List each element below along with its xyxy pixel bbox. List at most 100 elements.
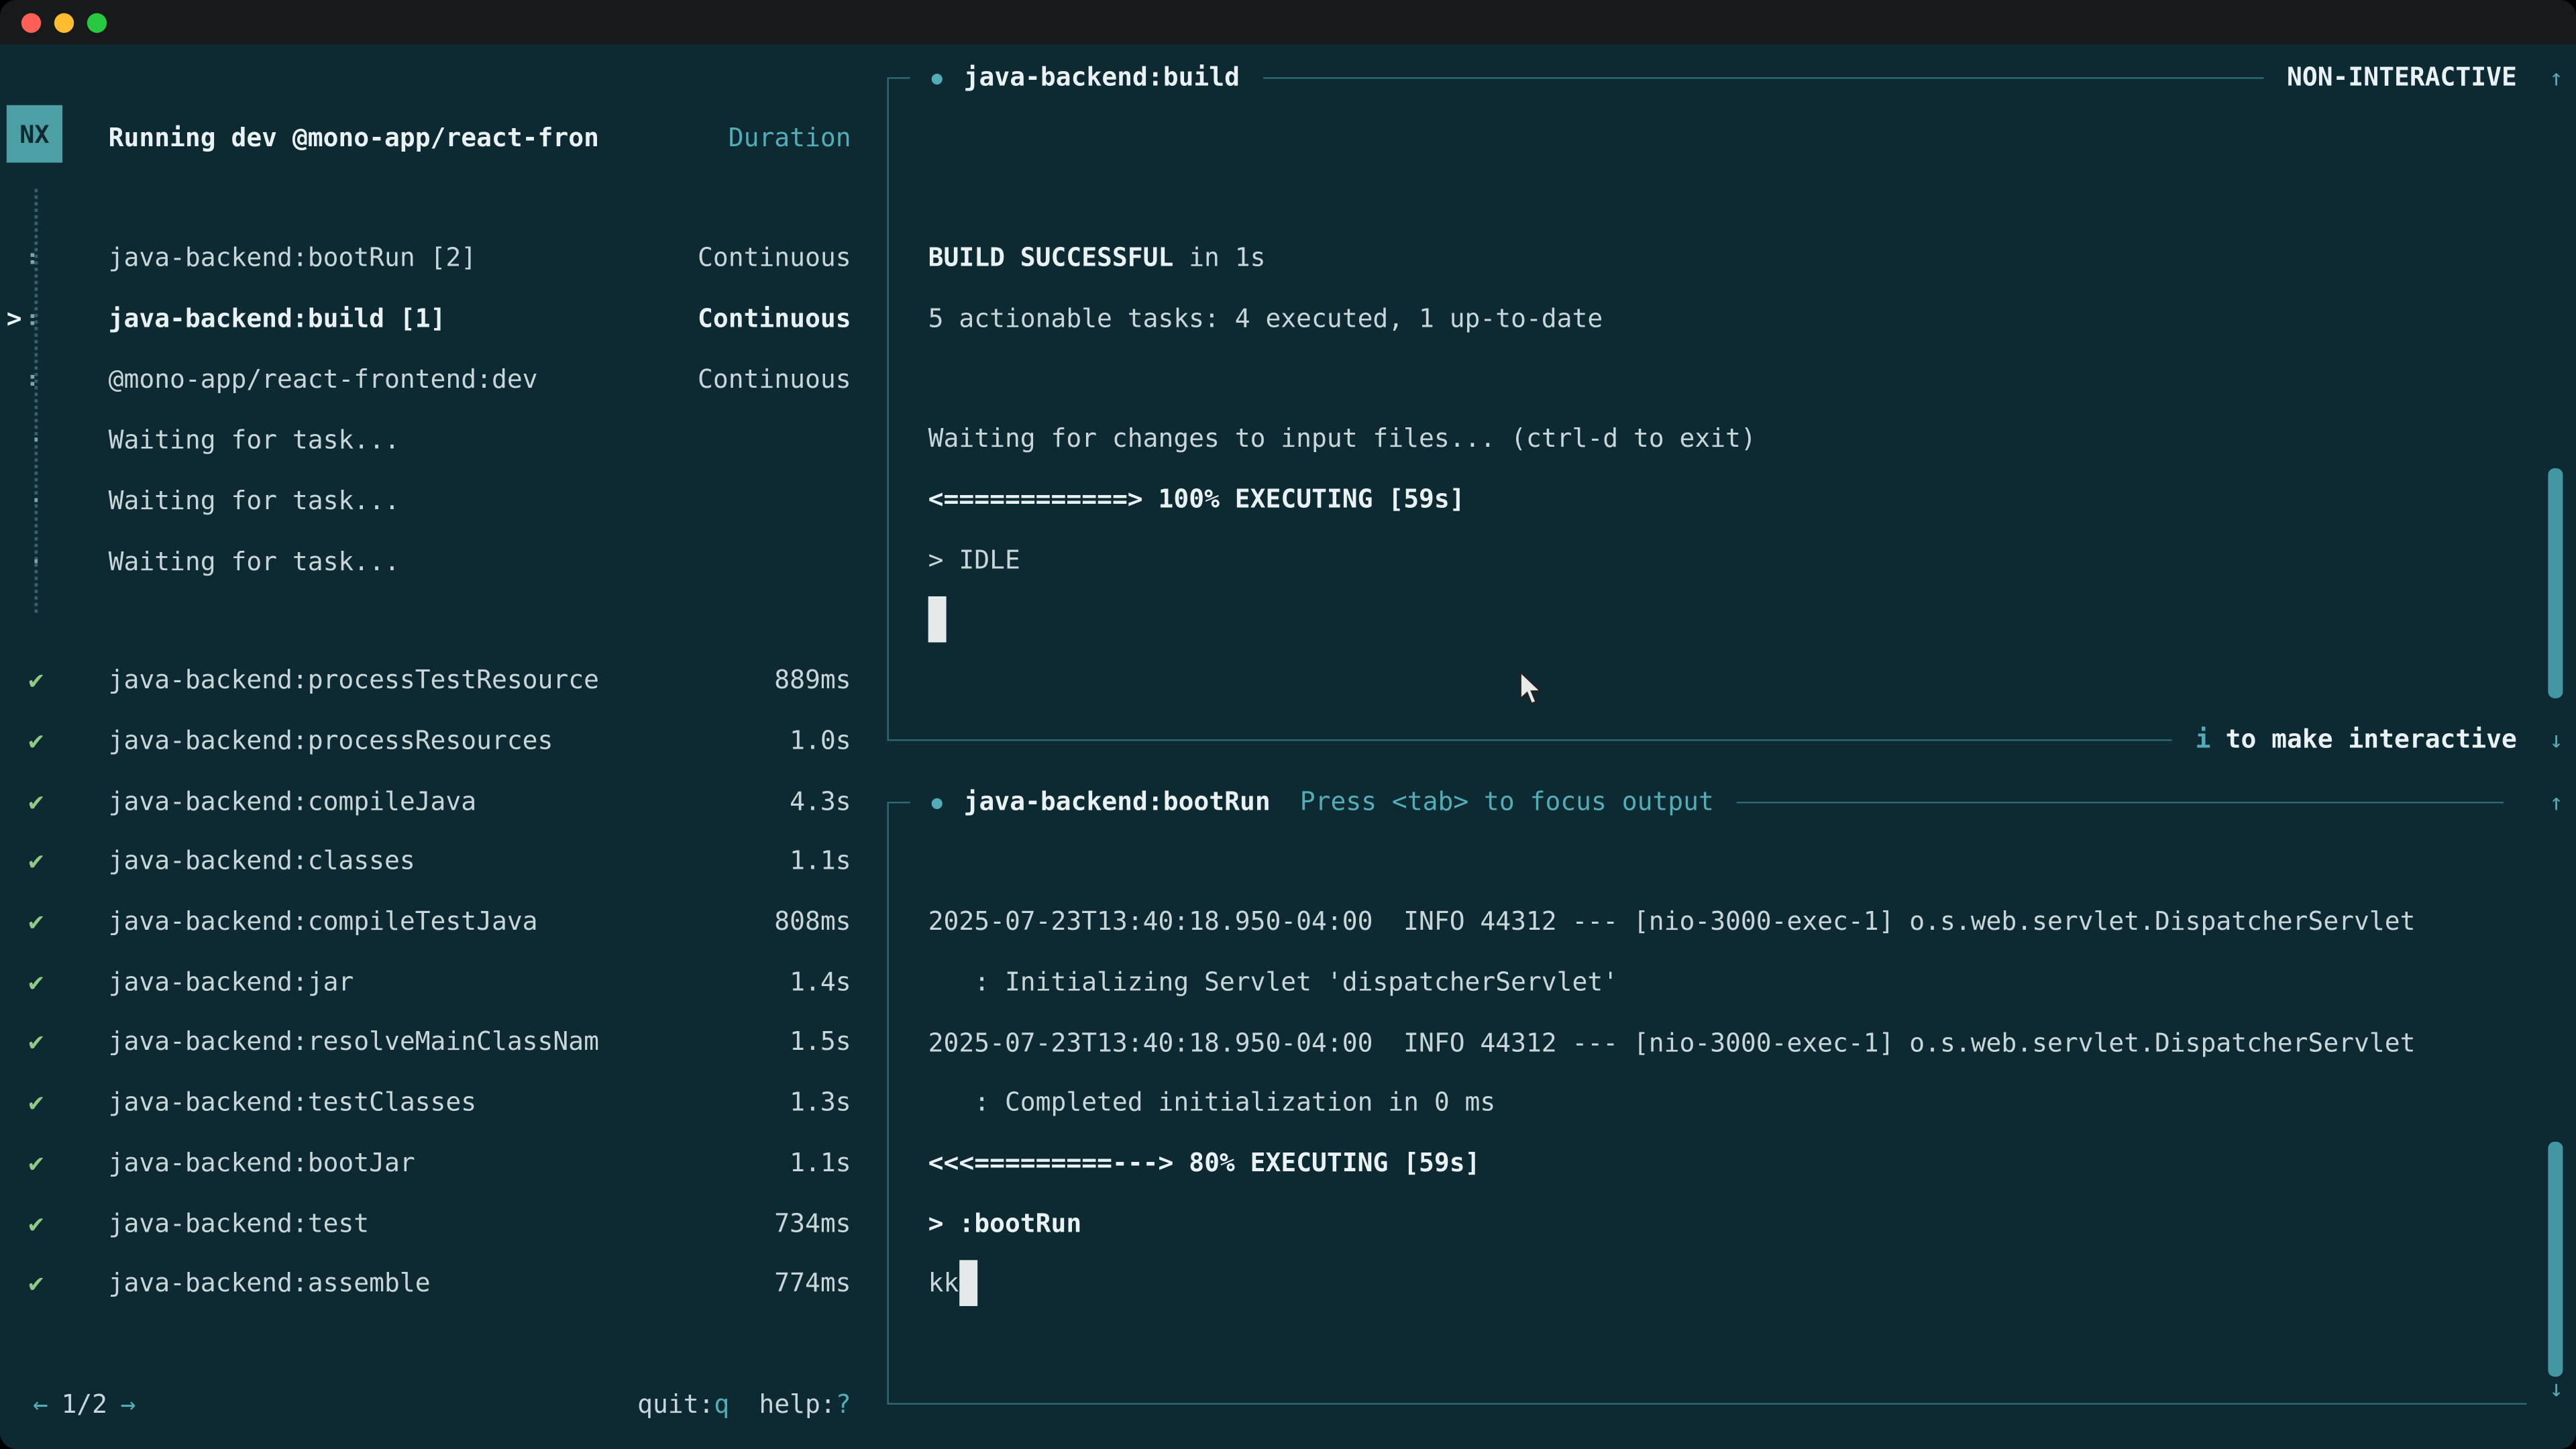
task-label: java-backend:test xyxy=(109,1208,775,1238)
mouse-pointer-icon xyxy=(1518,670,1546,716)
task-row[interactable]: ⠆ java-backend:bootRun [2]Continuous xyxy=(0,227,887,288)
text-segment: in 1s xyxy=(1173,244,1265,273)
task-label: java-backend:compileTestJava xyxy=(109,907,775,936)
task-status-dot-icon: ● xyxy=(932,791,943,812)
terminal-line: : Completed initialization in 0 ms xyxy=(928,1073,2416,1133)
top-panel-footer-rule xyxy=(887,739,2172,740)
text-segment: : Completed initialization in 0 ms xyxy=(928,1088,1496,1118)
waiting-marker-icon: · xyxy=(0,486,72,515)
task-duration: Continuous xyxy=(698,242,851,272)
bottom-panel-bottom-border xyxy=(887,1403,2526,1404)
text-segment: ========= xyxy=(974,1148,1112,1178)
top-panel-footer: i to make interactive xyxy=(887,723,2516,756)
task-label: Waiting for task... xyxy=(109,546,851,576)
terminal-line: Waiting for changes to input files... (c… xyxy=(928,409,1756,470)
task-duration: 4.3s xyxy=(790,786,851,816)
top-panel-title-rule xyxy=(1263,76,2263,78)
sidebar-header: Running dev @mono-app/react-fron Duratio… xyxy=(0,113,887,162)
pagination-prev-icon[interactable]: ← xyxy=(33,1390,48,1419)
check-icon: ✔ xyxy=(0,907,72,936)
terminal-line: 2025-07-23T13:40:18.950-04:00 INFO 44312… xyxy=(928,1012,2416,1073)
duration-column-header: Duration xyxy=(729,123,851,153)
waiting-marker-icon: · xyxy=(0,546,72,576)
task-label: java-backend:jar xyxy=(109,967,790,997)
completed-task-row[interactable]: ✔java-backend:jar1.4s xyxy=(0,952,887,1012)
task-row[interactable]: ⠆@mono-app/react-frontend:devContinuous xyxy=(0,348,887,409)
completed-task-row[interactable]: ✔java-backend:classes1.1s xyxy=(0,831,887,892)
check-icon: ✔ xyxy=(0,1269,72,1298)
task-label: Waiting for task... xyxy=(109,486,851,515)
text-segment: 80% EXECUTING [59s] xyxy=(1173,1148,1480,1178)
completed-task-row[interactable]: ✔java-backend:compileJava4.3s xyxy=(0,771,887,831)
check-icon: ✔ xyxy=(0,967,72,997)
completed-task-row[interactable]: ✔java-backend:assemble774ms xyxy=(0,1253,887,1313)
help-label: help: xyxy=(759,1390,835,1419)
task-duration: 1.0s xyxy=(790,727,851,756)
scroll-up-icon[interactable]: ↑ xyxy=(2538,62,2575,95)
task-row[interactable]: · Waiting for task... xyxy=(0,531,887,592)
completed-task-row[interactable]: ✔ java-backend:compileTestJava808ms xyxy=(0,892,887,952)
task-duration: Continuous xyxy=(698,303,851,333)
minimize-button[interactable] xyxy=(54,12,74,32)
terminal-line: > IDLE xyxy=(928,530,1756,590)
completed-task-row[interactable]: ✔java-backend:testClasses1.3s xyxy=(0,1073,887,1133)
pagination-next-icon[interactable]: → xyxy=(121,1390,136,1419)
completed-task-row[interactable]: ✔ java-backend:test734ms xyxy=(0,1193,887,1253)
bottom-panel-title-rule xyxy=(1737,801,2504,802)
text-segment: 2025-07-23T13:40:18.950-04:00 INFO 44312… xyxy=(928,1028,2416,1057)
text-segment: <<< xyxy=(928,1148,975,1178)
terminal-line: BUILD SUCCESSFUL in 1s xyxy=(928,228,1756,288)
check-icon: ✔ xyxy=(0,727,72,756)
task-label: @mono-app/react-frontend:dev xyxy=(109,364,698,393)
terminal-line: : Initializing Servlet 'dispatcherServle… xyxy=(928,953,2416,1013)
task-duration: 734ms xyxy=(774,1208,851,1238)
running-marker-icon: ⠆ xyxy=(0,242,72,272)
scroll-down-icon[interactable]: ↓ xyxy=(2538,1373,2575,1406)
quit-key: q xyxy=(714,1390,729,1419)
sidebar-title: Running dev @mono-app/react-fron xyxy=(109,123,729,153)
text-segment: Waiting for changes to input files... (c… xyxy=(928,425,1756,454)
task-duration: 808ms xyxy=(774,907,851,936)
focus-output-hint: Press <tab> to focus output xyxy=(1300,787,1714,816)
scroll-up-icon[interactable]: ↑ xyxy=(2538,787,2575,820)
check-icon: ✔ xyxy=(0,1208,72,1238)
completed-task-row[interactable]: ✔ java-backend:processTestResource889ms xyxy=(0,651,887,711)
check-icon: ✔ xyxy=(0,666,72,696)
task-row[interactable]: ·Waiting for task... xyxy=(0,409,887,470)
task-status-dot-icon: ● xyxy=(932,66,943,88)
task-label: java-backend:testClasses xyxy=(109,1088,790,1118)
text-segment: 2025-07-23T13:40:18.950-04:00 INFO 44312… xyxy=(928,908,2416,937)
bottom-panel-title-bar[interactable]: ● java-backend:bootRun Press <tab> to fo… xyxy=(887,786,2526,818)
bottom-panel-scrollbar-thumb[interactable] xyxy=(2548,1142,2563,1377)
task-duration: 1.1s xyxy=(790,847,851,876)
completed-task-row[interactable]: ✔java-backend:bootJar1.1s xyxy=(0,1133,887,1193)
window-titlebar[interactable] xyxy=(0,0,2576,44)
sidebar-footer: ← 1/2 → quit: q help: ? xyxy=(0,1380,887,1429)
terminal-cursor xyxy=(959,1261,977,1307)
completed-task-row[interactable]: ✔java-backend:resolveMainClassNam1.5s xyxy=(0,1012,887,1073)
close-button[interactable] xyxy=(21,12,41,32)
selected-task-caret-icon: > xyxy=(7,303,22,333)
completed-task-row[interactable]: ✔java-backend:processResources1.0s xyxy=(0,711,887,771)
terminal-line xyxy=(928,590,1756,650)
bootrun-output: 2025-07-23T13:40:18.950-04:00 INFO 44312… xyxy=(928,892,2416,1314)
scroll-down-icon[interactable]: ↓ xyxy=(2538,724,2575,757)
zoom-button[interactable] xyxy=(87,12,107,32)
top-panel-scrollbar-thumb[interactable] xyxy=(2548,468,2563,698)
check-icon: ✔ xyxy=(0,786,72,816)
task-row[interactable]: >⠆java-backend:build [1]Continuous xyxy=(0,288,887,349)
check-icon: ✔ xyxy=(0,1148,72,1177)
nx-terminal-window: NX Running dev @mono-app/react-fron Dura… xyxy=(0,0,2576,1449)
task-duration: 889ms xyxy=(774,666,851,696)
text-segment: > :bootRun xyxy=(928,1209,1082,1238)
task-label: java-backend:processTestResource xyxy=(109,666,775,696)
text-segment: > xyxy=(1128,485,1143,515)
text-segment: BUILD SUCCESSFUL xyxy=(928,244,1174,273)
terminal-line: kk xyxy=(928,1254,2416,1314)
build-output: BUILD SUCCESSFUL in 1s5 actionable tasks… xyxy=(928,228,1756,650)
help-key: ? xyxy=(836,1390,851,1419)
task-row[interactable]: · Waiting for task... xyxy=(0,470,887,531)
task-duration: 1.5s xyxy=(790,1028,851,1057)
top-panel-title-bar[interactable]: ● java-backend:build NON-INTERACTIVE xyxy=(887,61,2516,94)
task-label: java-backend:bootRun [2] xyxy=(109,242,698,272)
